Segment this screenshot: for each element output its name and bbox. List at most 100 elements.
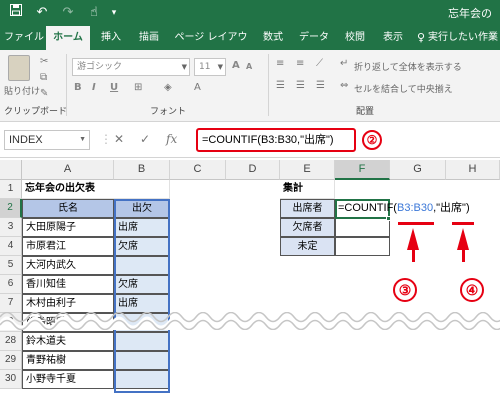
cell-e4-label[interactable]: 未定 (280, 237, 335, 256)
merge-icon: ⇔ (340, 80, 349, 91)
tab-draw[interactable]: 描画 (132, 26, 166, 50)
grow-font-button[interactable]: A (232, 60, 240, 71)
tab-home[interactable]: ホーム (46, 26, 90, 50)
group-font-label: フォント (150, 107, 187, 117)
cell-f3[interactable] (335, 218, 390, 237)
cell-name[interactable]: 青野祐樹 (22, 351, 114, 370)
font-size-combo[interactable]: 11 ▼ (194, 58, 226, 76)
bold-button[interactable]: B (74, 82, 82, 93)
cell-f4[interactable] (335, 237, 390, 256)
annotation-arrow-3 (407, 228, 419, 250)
cell-name[interactable]: 市原君江 (22, 237, 114, 256)
in-cell-formula: =COUNTIF(B3:B30,"出席") (338, 199, 470, 218)
select-all-corner[interactable] (0, 160, 22, 180)
cell-a2-header-name[interactable]: 氏名 (22, 199, 114, 218)
align-center-icon[interactable]: ☰ (296, 80, 305, 91)
font-name-combo[interactable]: 游ゴシック ▼ (72, 58, 190, 76)
cell-name[interactable]: 大河内武久 (22, 256, 114, 275)
enter-icon[interactable]: ✓ (140, 132, 150, 146)
fill-color-icon[interactable]: ◈ (164, 82, 172, 93)
borders-icon[interactable]: ⊞ (134, 82, 142, 93)
format-painter-icon[interactable]: ✎ (40, 88, 48, 99)
tab-insert[interactable]: 挿入 (94, 26, 128, 50)
tab-file[interactable]: ファイル (4, 26, 44, 50)
tab-page-layout[interactable]: ページ レイアウト (170, 26, 252, 67)
chevron-down-icon: ▼ (79, 136, 86, 143)
touch-mode-icon[interactable]: ☝ (84, 3, 104, 23)
ribbon-divider (268, 54, 269, 116)
row-header[interactable]: 29 (0, 351, 22, 370)
align-left-icon[interactable]: ☰ (276, 80, 285, 91)
name-box[interactable]: INDEX ▼ (4, 130, 90, 150)
cell-e3-label[interactable]: 欠席者 (280, 218, 335, 237)
orientation-icon[interactable]: ⟋ (316, 58, 323, 69)
cell-name[interactable]: 香川知佳 (22, 275, 114, 294)
cancel-icon[interactable]: ✕ (114, 132, 124, 146)
step-4-badge: ④ (460, 278, 484, 302)
column-header-e[interactable]: E (280, 160, 335, 180)
row-header[interactable]: 5 (0, 256, 22, 275)
cell-name[interactable]: 小野寺千夏 (22, 370, 114, 389)
cut-icon[interactable]: ✂ (40, 56, 48, 67)
insert-function-icon[interactable]: fx (166, 132, 177, 146)
column-header-g[interactable]: G (390, 160, 446, 180)
row-header[interactable]: 30 (0, 370, 22, 389)
align-middle-icon[interactable]: ≡ (296, 58, 304, 69)
merge-center-button[interactable]: セルを結合して中央揃え (354, 82, 453, 95)
column-header-f[interactable]: F (335, 160, 390, 180)
row-header[interactable]: 28 (0, 332, 22, 351)
row-header[interactable]: 3 (0, 218, 22, 237)
column-header-c[interactable]: C (170, 160, 226, 180)
italic-button[interactable]: I (92, 82, 96, 93)
cell-a1-title[interactable]: 忘年会の出欠表 (22, 180, 170, 199)
shrink-font-button[interactable]: A (246, 62, 252, 71)
formula-range-ref: B3:B30 (396, 202, 434, 214)
column-header-b[interactable]: B (114, 160, 170, 180)
underline-button[interactable]: U (110, 82, 118, 93)
copy-icon[interactable]: ⧉ (40, 72, 47, 83)
qat-customize-icon[interactable]: ▾ (104, 3, 124, 23)
range-reference-highlight (114, 199, 170, 393)
ribbon-home: 貼り付け ✂ ⧉ ✎ クリップボード 游ゴシック ▼ 11 ▼ A A B I … (0, 50, 500, 122)
row-header[interactable]: 2 (0, 199, 22, 218)
cell-e1-summary-title[interactable]: 集計 (280, 180, 335, 199)
align-right-icon[interactable]: ☰ (316, 80, 325, 91)
paste-label: 貼り付け (4, 87, 41, 97)
cell-name[interactable]: 鈴木道夫 (22, 332, 114, 351)
redo-icon[interactable]: ↷ (58, 3, 78, 23)
annotation-arrow-4-stem (462, 248, 465, 262)
ribbon-divider (66, 54, 67, 116)
column-header-d[interactable]: D (226, 160, 280, 180)
group-clipboard-label: クリップボード (4, 107, 68, 117)
font-color-icon[interactable]: A (194, 82, 201, 93)
cell-e2-label[interactable]: 出席者 (280, 199, 335, 218)
paste-icon[interactable] (8, 55, 30, 81)
cell-name[interactable]: 木村由利子 (22, 294, 114, 313)
tab-view[interactable]: 表示 (376, 26, 410, 50)
cell-name[interactable]: 大田原陽子 (22, 218, 114, 237)
row-header[interactable]: 6 (0, 275, 22, 294)
wrap-text-button[interactable]: 折り返して全体を表示する (354, 60, 462, 73)
annotation-arrow-4 (457, 228, 469, 250)
step-3-badge: ③ (393, 278, 417, 302)
row-header[interactable]: 4 (0, 237, 22, 256)
formula-bar: INDEX ▼ ⋮ ✕ ✓ fx =COUNTIF(B3:B30,"出席") ② (0, 122, 500, 158)
chevron-down-icon: ▼ (217, 63, 223, 71)
formula-prefix: =COUNTIF( (338, 202, 397, 214)
row-header[interactable]: 7 (0, 294, 22, 313)
save-icon[interactable] (6, 3, 26, 23)
tell-me-box[interactable]: 実行したい作業 (428, 26, 500, 50)
row-header[interactable]: 1 (0, 180, 22, 199)
tab-data[interactable]: データ (294, 26, 334, 50)
chevron-down-icon: ▼ (181, 63, 187, 71)
formula-suffix: ,"出席") (433, 202, 470, 214)
ribbon-tabs: ファイル ホーム 挿入 描画 ページ レイアウト 数式 データ 校閲 表示 ♀ … (0, 26, 500, 67)
annotation-underline-range (398, 222, 434, 225)
tab-review[interactable]: 校閲 (338, 26, 372, 50)
align-top-icon[interactable]: ≡ (276, 58, 284, 69)
undo-icon[interactable]: ↶ (32, 3, 52, 23)
formula-input[interactable]: =COUNTIF(B3:B30,"出席") (196, 128, 356, 152)
tab-formulas[interactable]: 数式 (256, 26, 290, 50)
column-header-a[interactable]: A (22, 160, 114, 180)
column-header-h[interactable]: H (446, 160, 500, 180)
